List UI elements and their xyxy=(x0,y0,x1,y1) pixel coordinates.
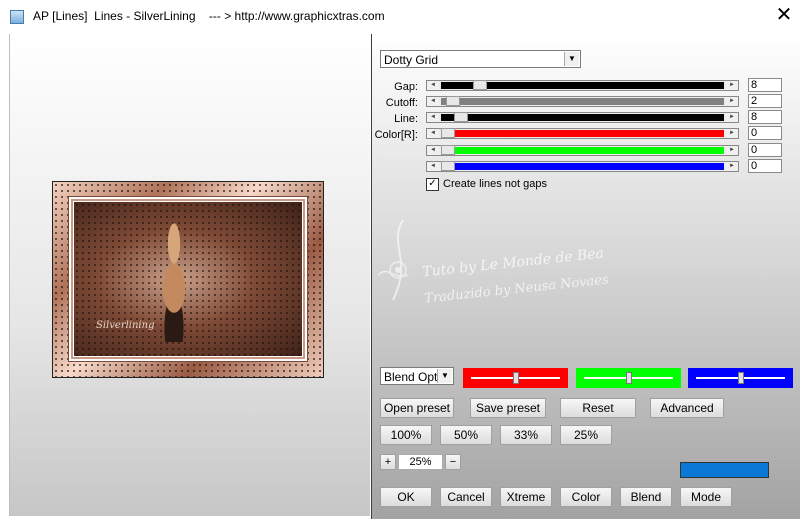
zoom-25-button[interactable]: 25% xyxy=(560,425,612,445)
zoom-50-button[interactable]: 50% xyxy=(440,425,492,445)
zoom-out-button[interactable]: − xyxy=(445,454,461,470)
preview-frame: Silverlining xyxy=(68,196,308,362)
blue-slider[interactable]: ◄ ► xyxy=(426,161,739,172)
blend-options-value: Blend Optio xyxy=(384,370,440,384)
preset-dropdown-value: Dotty Grid xyxy=(384,53,439,67)
save-preset-button[interactable]: Save preset xyxy=(470,398,546,418)
slider-left-arrow-icon[interactable]: ◄ xyxy=(427,81,439,90)
green-slider[interactable]: ◄ ► xyxy=(426,145,739,156)
slider-track xyxy=(441,130,724,137)
color-swatch[interactable] xyxy=(680,462,769,478)
ok-button[interactable]: OK xyxy=(380,487,432,507)
line-slider[interactable]: ◄ ► xyxy=(426,112,739,123)
gap-slider[interactable]: ◄ ► xyxy=(426,80,739,91)
slider-thumb[interactable] xyxy=(441,128,455,138)
slider-left-arrow-icon[interactable]: ◄ xyxy=(427,129,439,138)
red-value-field[interactable]: 0 xyxy=(748,126,782,140)
slider-right-arrow-icon[interactable]: ► xyxy=(726,81,738,90)
slider-right-arrow-icon[interactable]: ► xyxy=(726,97,738,106)
mode-button[interactable]: Mode xyxy=(680,487,732,507)
slider-track xyxy=(441,114,724,121)
slider-thumb[interactable] xyxy=(454,112,469,122)
cutoff-slider[interactable]: ◄ ► xyxy=(426,96,739,107)
slider-track xyxy=(441,163,724,170)
chevron-down-icon[interactable]: ▼ xyxy=(437,369,452,383)
open-preset-button[interactable]: Open preset xyxy=(380,398,454,418)
preview-artwork: Silverlining xyxy=(71,199,305,359)
slider-left-arrow-icon[interactable]: ◄ xyxy=(427,113,439,122)
slider-label-cutoff: Cutoff: xyxy=(385,97,418,109)
slider-left-arrow-icon[interactable]: ◄ xyxy=(427,146,439,155)
slider-left-arrow-icon[interactable]: ◄ xyxy=(427,97,439,106)
title-bar: AP [Lines] Lines - SilverLining --- > ht… xyxy=(0,0,800,34)
app-icon xyxy=(10,10,24,24)
green-color-box[interactable] xyxy=(576,368,681,388)
zoom-33-button[interactable]: 33% xyxy=(500,425,552,445)
preview-signature: Silverlining xyxy=(96,320,155,331)
window-title: AP [Lines] Lines - SilverLining --- > ht… xyxy=(33,9,385,23)
zoom-value-field[interactable]: 25% xyxy=(398,454,443,470)
slider-right-arrow-icon[interactable]: ► xyxy=(726,146,738,155)
color-box-thumb[interactable] xyxy=(737,372,744,384)
slider-thumb[interactable] xyxy=(441,145,455,155)
slider-label-color-r: Color[R]: xyxy=(374,129,418,141)
advanced-button[interactable]: Advanced xyxy=(650,398,724,418)
zoom-100-button[interactable]: 100% xyxy=(380,425,432,445)
slider-track xyxy=(441,98,724,105)
preview-image[interactable]: Silverlining xyxy=(52,181,324,378)
slider-thumb[interactable] xyxy=(473,80,488,90)
chevron-down-icon[interactable]: ▼ xyxy=(564,52,579,66)
xtreme-button[interactable]: Xtreme xyxy=(500,487,552,507)
green-value-field[interactable]: 0 xyxy=(748,143,782,157)
color-button[interactable]: Color xyxy=(560,487,612,507)
close-button[interactable]: ✕ xyxy=(772,3,796,27)
preset-dropdown[interactable]: Dotty Grid ▼ xyxy=(380,50,581,68)
slider-right-arrow-icon[interactable]: ► xyxy=(726,162,738,171)
blend-button[interactable]: Blend xyxy=(620,487,672,507)
create-lines-label: Create lines not gaps xyxy=(443,178,547,190)
color-box-thumb[interactable] xyxy=(625,372,632,384)
red-slider[interactable]: ◄ ► xyxy=(426,128,739,139)
slider-label-line: Line: xyxy=(394,113,418,125)
slider-track xyxy=(441,147,724,154)
create-lines-checkbox[interactable]: ✓ xyxy=(426,178,439,191)
flower-watermark-icon xyxy=(377,219,409,301)
red-color-box[interactable] xyxy=(463,368,568,388)
slider-thumb[interactable] xyxy=(446,96,461,106)
color-box-thumb[interactable] xyxy=(512,372,519,384)
cancel-button[interactable]: Cancel xyxy=(440,487,492,507)
cutoff-value-field[interactable]: 2 xyxy=(748,94,782,108)
slider-left-arrow-icon[interactable]: ◄ xyxy=(427,162,439,171)
slider-thumb[interactable] xyxy=(441,161,455,171)
blue-color-box[interactable] xyxy=(688,368,793,388)
zoom-in-button[interactable]: + xyxy=(380,454,396,470)
reset-button[interactable]: Reset xyxy=(560,398,636,418)
blue-value-field[interactable]: 0 xyxy=(748,159,782,173)
slider-label-gap: Gap: xyxy=(394,81,418,93)
line-value-field[interactable]: 8 xyxy=(748,110,782,124)
gap-value-field[interactable]: 8 xyxy=(748,78,782,92)
slider-right-arrow-icon[interactable]: ► xyxy=(726,113,738,122)
slider-right-arrow-icon[interactable]: ► xyxy=(726,129,738,138)
blend-options-dropdown[interactable]: Blend Optio ▼ xyxy=(380,367,454,385)
